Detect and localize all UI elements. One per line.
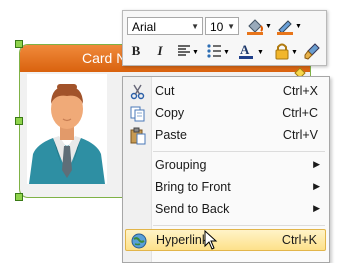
menu-separator bbox=[153, 225, 325, 226]
selection-handle-bottom-left[interactable] bbox=[15, 193, 23, 201]
pencil-line-icon: ▼ bbox=[277, 20, 302, 35]
menu-item-shortcut: Ctrl+K bbox=[281, 233, 317, 247]
menu-item-grouping[interactable]: Grouping ▶ bbox=[125, 155, 326, 177]
menu-item-shortcut: Ctrl+C bbox=[282, 106, 318, 120]
person-photo bbox=[27, 74, 107, 184]
svg-text:▼: ▼ bbox=[192, 49, 199, 56]
selection-handle-middle-left[interactable] bbox=[15, 117, 23, 125]
brush-icon bbox=[304, 43, 320, 60]
menu-item-send-to-back[interactable]: Send to Back ▶ bbox=[125, 199, 326, 221]
bullets-button[interactable]: ▼ bbox=[205, 42, 231, 60]
submenu-arrow-icon: ▶ bbox=[313, 181, 320, 191]
submenu-arrow-icon: ▶ bbox=[313, 203, 320, 213]
font-size-combo[interactable]: 10 ▼ bbox=[205, 17, 239, 35]
align-button[interactable]: ▼ bbox=[175, 42, 199, 60]
menu-item-paste[interactable]: Paste Ctrl+V bbox=[125, 125, 326, 147]
align-left-icon: ▼ bbox=[178, 45, 199, 56]
menu-item-label: Grouping bbox=[155, 158, 207, 172]
font-name-combo[interactable]: Arial ▼ bbox=[127, 17, 203, 35]
hyperlink-globe-icon bbox=[131, 233, 147, 249]
bold-button[interactable]: B bbox=[129, 42, 143, 60]
font-color-icon: A ▼ bbox=[239, 42, 264, 59]
chevron-down-icon: ▼ bbox=[227, 22, 235, 31]
menu-separator bbox=[153, 151, 325, 152]
menu-item-label: Bring to Front bbox=[155, 180, 231, 194]
menu-item-label: Send to Back bbox=[155, 202, 230, 216]
svg-text:▼: ▼ bbox=[223, 49, 230, 56]
bullet-list-icon: ▼ bbox=[207, 44, 230, 58]
lock-icon: ▼ bbox=[275, 43, 298, 60]
selection-handle-top-left[interactable] bbox=[15, 40, 23, 48]
format-painter-button[interactable] bbox=[303, 42, 323, 60]
menu-item-label: Copy bbox=[155, 106, 185, 120]
card-title: Card N bbox=[82, 50, 127, 66]
font-color-button[interactable]: A ▼ bbox=[237, 42, 267, 60]
italic-button[interactable]: I bbox=[153, 42, 167, 60]
menu-item-label: Paste bbox=[155, 128, 187, 142]
chevron-down-icon: ▼ bbox=[191, 22, 199, 31]
svg-text:▼: ▼ bbox=[265, 23, 271, 30]
fill-color-button[interactable]: ▼ bbox=[245, 16, 272, 35]
scissors-icon bbox=[130, 84, 145, 100]
submenu-arrow-icon: ▶ bbox=[313, 159, 320, 169]
menu-item-shortcut: Ctrl+X bbox=[282, 84, 318, 98]
svg-text:▼: ▼ bbox=[295, 23, 301, 30]
lock-button[interactable]: ▼ bbox=[273, 42, 299, 60]
mini-format-toolbar: Arial ▼ 10 ▼ ▼ ▼ B I ▼ ▼ A ▼ ▼ bbox=[122, 10, 327, 66]
menu-item-bring-to-front[interactable]: Bring to Front ▶ bbox=[125, 177, 326, 199]
menu-item-shortcut: Ctrl+V bbox=[282, 128, 318, 142]
menu-item-label: Cut bbox=[155, 84, 175, 98]
menu-item-cut[interactable]: Cut Ctrl+X bbox=[125, 81, 326, 103]
businessman-avatar-icon bbox=[29, 84, 105, 184]
font-name-value: Arial bbox=[132, 20, 157, 34]
menu-item-copy[interactable]: Copy Ctrl+C bbox=[125, 103, 326, 125]
paste-icon bbox=[130, 127, 146, 145]
font-size-value: 10 bbox=[210, 20, 224, 34]
line-color-button[interactable]: ▼ bbox=[275, 16, 302, 35]
svg-text:▼: ▼ bbox=[291, 49, 298, 56]
copy-icon bbox=[130, 106, 145, 122]
svg-text:▼: ▼ bbox=[257, 49, 264, 56]
svg-text:A: A bbox=[240, 42, 250, 57]
paint-bucket-icon: ▼ bbox=[247, 19, 272, 35]
menu-item-hyperlink[interactable]: Hyperlink Ctrl+K bbox=[125, 229, 326, 251]
menu-item-label: Hyperlink bbox=[156, 233, 209, 247]
mouse-pointer-icon bbox=[204, 230, 218, 250]
context-menu: Cut Ctrl+X Copy Ctrl+C Paste Ctrl+V Grou… bbox=[122, 76, 330, 263]
